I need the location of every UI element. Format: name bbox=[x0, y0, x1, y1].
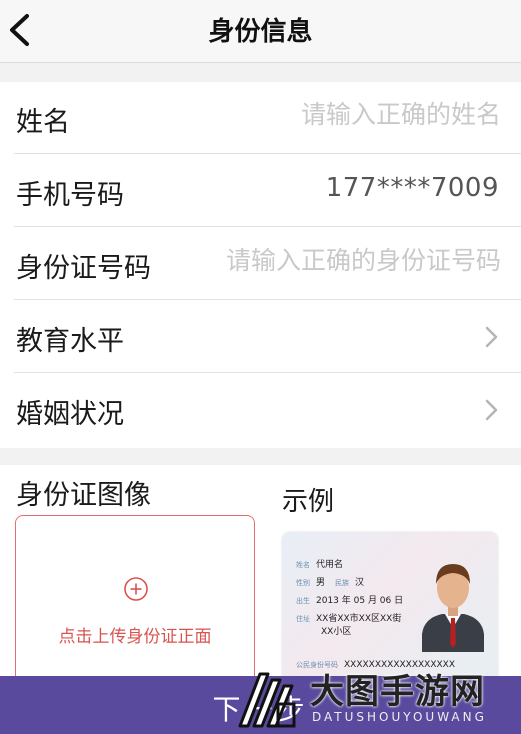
id-image-label: 身份证图像 bbox=[16, 480, 151, 511]
portrait-avatar bbox=[422, 564, 484, 652]
plus-circle-icon bbox=[124, 577, 148, 601]
sample-id-line: 公民身份号码 XXXXXXXXXXXXXXXXXX bbox=[296, 660, 455, 670]
sample-ethnicity-key: 民族 bbox=[335, 579, 350, 587]
sample-name-value: 代用名 bbox=[316, 560, 344, 570]
sample-address-key: 住址 bbox=[296, 615, 310, 623]
phone-row: 手机号码 177****7009 bbox=[14, 155, 521, 227]
sample-address-line2: XX小区 bbox=[321, 627, 352, 637]
name-row: 姓名 bbox=[14, 82, 521, 154]
sample-id-value: XXXXXXXXXXXXXXXXXX bbox=[344, 660, 455, 670]
marriage-row[interactable]: 婚姻状况 bbox=[14, 374, 521, 446]
sample-address-line: 住址 XX省XX市XX区XX街 bbox=[296, 611, 401, 624]
example-id-card: 姓名 代用名 性别男 民族汉 出生 2013 年 05 月 06 日 住址 XX省XX市… bbox=[282, 532, 498, 682]
id-number-row: 身份证号码 bbox=[14, 228, 521, 300]
marriage-label: 婚姻状况 bbox=[16, 399, 124, 430]
id-number-label: 身份证号码 bbox=[16, 253, 151, 284]
sample-name-key: 姓名 bbox=[296, 561, 310, 569]
name-label: 姓名 bbox=[16, 107, 70, 138]
name-input[interactable] bbox=[201, 100, 501, 129]
chevron-right-icon bbox=[485, 399, 498, 421]
phone-value: 177****7009 bbox=[325, 173, 499, 203]
next-step-label: 下一步 bbox=[212, 693, 309, 726]
chevron-right-icon bbox=[485, 326, 498, 348]
example-label: 示例 bbox=[282, 487, 335, 517]
education-row[interactable]: 教育水平 bbox=[14, 301, 521, 373]
sample-address-line1: XX省XX市XX区XX街 bbox=[316, 614, 402, 624]
phone-label: 手机号码 bbox=[16, 180, 124, 211]
sample-birth-key: 出生 bbox=[296, 597, 310, 605]
navigation-bar: 身份信息 bbox=[0, 0, 521, 63]
sample-birth-line: 出生 2013 年 05 月 06 日 bbox=[296, 593, 403, 606]
next-step-button[interactable]: 下一步 bbox=[0, 676, 521, 734]
sample-gender-key: 性别 bbox=[296, 579, 310, 587]
sample-id-key: 公民身份号码 bbox=[296, 661, 338, 669]
education-label: 教育水平 bbox=[16, 326, 124, 357]
info-form: 姓名 手机号码 177****7009 身份证号码 教育水平 婚姻状况 bbox=[0, 82, 521, 448]
id-number-input[interactable] bbox=[191, 246, 501, 275]
sample-ethnicity-value: 汉 bbox=[355, 578, 365, 588]
upload-text: 点击上传身份证正面 bbox=[58, 627, 212, 647]
sample-name-line: 姓名 代用名 bbox=[296, 557, 343, 570]
identity-info-page: 身份信息 姓名 手机号码 177****7009 身份证号码 教育水平 婚姻状况 bbox=[0, 0, 521, 734]
sample-gender-line: 性别男 民族汉 bbox=[296, 575, 364, 588]
page-title: 身份信息 bbox=[208, 17, 313, 47]
sample-birth-value: 2013 年 05 月 06 日 bbox=[316, 596, 404, 606]
sample-gender-value: 男 bbox=[316, 578, 326, 588]
